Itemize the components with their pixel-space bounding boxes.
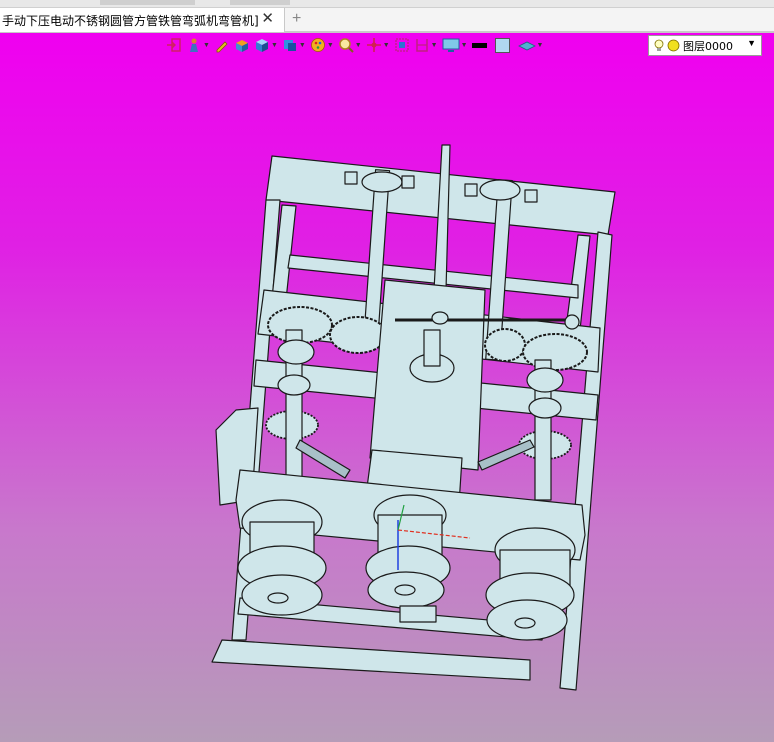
top-bearing-right xyxy=(479,179,521,201)
gear-right-inner xyxy=(484,328,526,362)
tab-bar: 手动下压电动不锈钢圆管方管铁管弯弧机弯管机] ✕ + xyxy=(0,8,774,32)
gear-left-inner xyxy=(329,316,387,354)
close-icon[interactable]: ✕ xyxy=(261,11,274,27)
gear-right-outer xyxy=(522,333,588,371)
top-strip-input xyxy=(100,0,195,5)
bending-machine-model xyxy=(211,144,616,691)
tab-document-label: 手动下压电动不锈钢圆管方管铁管弯弧机弯管机] xyxy=(2,13,259,28)
tab-document[interactable]: 手动下压电动不锈钢圆管方管铁管弯弧机弯管机] ✕ xyxy=(0,8,285,32)
top-strip-tools xyxy=(230,0,290,5)
bottom-frame-beam xyxy=(211,639,531,681)
top-bearing-left xyxy=(361,171,403,193)
window-top-strip xyxy=(0,0,774,8)
3d-viewport[interactable]: ▼ ▼ ▼ ▼ ▼ ▼ ▼ ▼ ▼ 图层0000 ▼ xyxy=(0,33,774,742)
add-tab-icon[interactable]: + xyxy=(292,11,301,27)
